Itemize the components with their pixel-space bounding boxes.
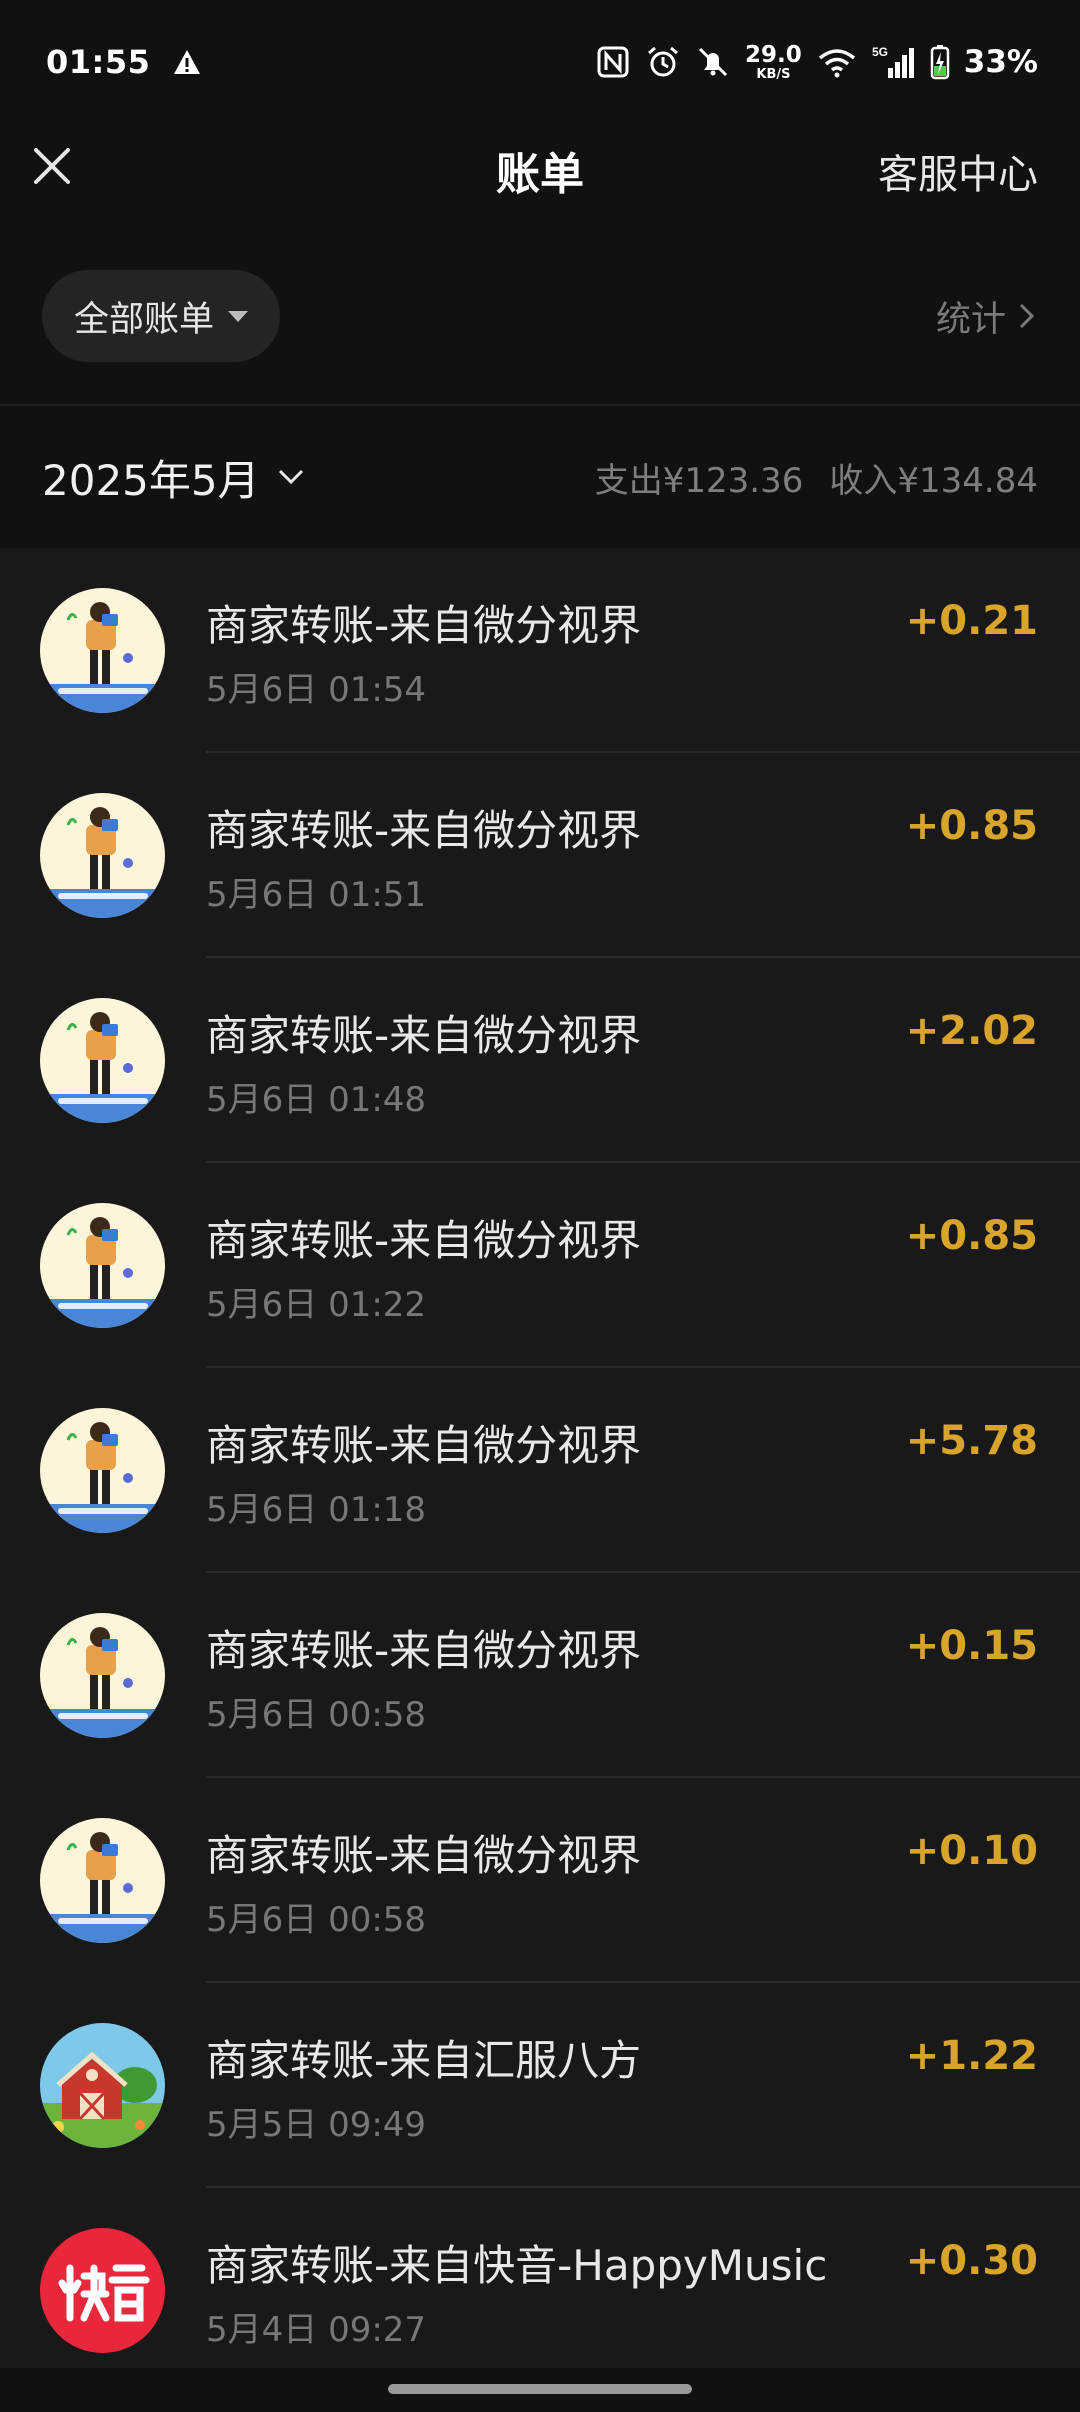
warning-icon — [174, 50, 201, 74]
transaction-title: 商家转账-来自微分视界 — [206, 1421, 642, 1470]
chevron-down-icon — [278, 469, 303, 485]
income-total: 收入¥134.84 — [829, 460, 1038, 501]
transaction-item[interactable]: 商家转账-来自汇服八方 5月5日 09:49 +1.22 — [0, 1983, 1080, 2188]
music-challenge-avatar — [40, 998, 165, 1123]
stats-link[interactable]: 统计 — [936, 291, 1038, 342]
transaction-item[interactable]: 商家转账-来自微分视界 5月6日 01:54 +0.21 — [0, 548, 1080, 753]
transaction-amount: +0.10 — [905, 1828, 1038, 1874]
transaction-item[interactable]: 商家转账-来自微分视界 5月6日 01:48 +2.02 — [0, 958, 1080, 1163]
month-label: 2025年5月 — [42, 455, 260, 505]
transaction-time: 5月4日 09:27 — [206, 2310, 427, 2350]
transaction-item[interactable]: 商家转账-来自微分视界 5月6日 01:18 +5.78 — [0, 1368, 1080, 1573]
chevron-right-icon — [1019, 303, 1035, 329]
transaction-item[interactable]: 商家转账-来自微分视界 5月6日 01:22 +0.85 — [0, 1163, 1080, 1368]
nfc-icon — [597, 46, 629, 78]
transaction-item[interactable]: 商家转账-来自微分视界 5月6日 00:58 +0.15 — [0, 1573, 1080, 1778]
transaction-time: 5月5日 09:49 — [206, 2105, 427, 2145]
expense-total: 支出¥123.36 — [594, 460, 804, 501]
transaction-time: 5月6日 01:54 — [206, 670, 427, 710]
farm-barn-avatar — [40, 2023, 165, 2148]
customer-service-link[interactable]: 客服中心 — [878, 142, 1038, 200]
music-challenge-avatar — [40, 1818, 165, 1943]
mute-bell-icon — [698, 47, 728, 77]
page-title: 账单 — [496, 149, 584, 200]
transaction-time: 5月6日 01:22 — [206, 1285, 427, 1325]
battery-charging-icon — [930, 45, 950, 80]
transaction-title: 商家转账-来自微分视界 — [206, 1626, 642, 1675]
transaction-title: 商家转账-来自微分视界 — [206, 1216, 642, 1265]
month-selector[interactable]: 2025年5月 — [42, 447, 306, 508]
music-challenge-avatar — [40, 793, 165, 918]
bill-type-filter[interactable]: 全部账单 — [42, 270, 281, 362]
transaction-title: 商家转账-来自微分视界 — [206, 1011, 642, 1060]
transaction-item[interactable]: 商家转账-来自快音-HappyMusic 5月4日 09:27 +0.30 — [0, 2188, 1080, 2368]
alarm-icon — [648, 46, 679, 77]
month-header: 2025年5月 支出¥123.36 收入¥134.84 — [0, 406, 1080, 548]
transaction-title: 商家转账-来自快音-HappyMusic — [206, 2241, 828, 2290]
transaction-amount: +0.21 — [905, 598, 1038, 644]
transaction-item[interactable]: 商家转账-来自微分视界 5月6日 01:51 +0.85 — [0, 753, 1080, 958]
transaction-title: 商家转账-来自微分视界 — [206, 806, 642, 855]
transaction-time: 5月6日 01:48 — [206, 1080, 427, 1120]
month-summary: 支出¥123.36 收入¥134.84 — [595, 453, 1038, 502]
cellular-signal-icon: 5G — [872, 45, 914, 78]
home-indicator[interactable] — [388, 2384, 692, 2394]
filter-row: 全部账单 统计 — [0, 268, 1080, 364]
network-type-label: 5G — [872, 45, 888, 59]
transaction-title: 商家转账-来自汇服八方 — [206, 2036, 642, 2085]
music-challenge-avatar — [40, 1203, 165, 1328]
bill-screen: 01:55 29.0 KB/S 5G 33% 账单 客服中心 全部账单 统计 2… — [0, 0, 1080, 2412]
network-speed: 29.0 KB/S — [745, 41, 802, 82]
transaction-amount: +5.78 — [905, 1418, 1038, 1464]
title-bar: 账单 客服中心 — [0, 124, 1080, 216]
kuaiyin-logo-avatar — [40, 2228, 165, 2353]
transaction-amount: +0.30 — [905, 2238, 1038, 2284]
wifi-icon — [818, 49, 855, 78]
transaction-title: 商家转账-来自微分视界 — [206, 601, 642, 650]
bill-type-filter-label: 全部账单 — [74, 299, 215, 340]
music-challenge-avatar — [40, 588, 165, 713]
transaction-amount: +0.85 — [905, 803, 1038, 849]
transaction-amount: +2.02 — [905, 1008, 1038, 1054]
transaction-amount: +1.22 — [905, 2033, 1038, 2079]
transaction-amount: +0.15 — [905, 1623, 1038, 1669]
transaction-time: 5月6日 01:18 — [206, 1490, 427, 1530]
caret-down-icon — [228, 310, 249, 322]
close-icon[interactable] — [30, 144, 74, 188]
transaction-item[interactable]: 商家转账-来自微分视界 5月6日 00:58 +0.10 — [0, 1778, 1080, 1983]
music-challenge-avatar — [40, 1613, 165, 1738]
status-bar: 01:55 29.0 KB/S 5G 33% — [0, 0, 1080, 124]
transaction-time: 5月6日 01:51 — [206, 875, 427, 915]
stats-label: 统计 — [935, 299, 1006, 340]
music-challenge-avatar — [40, 1408, 165, 1533]
status-time: 01:55 — [46, 43, 151, 81]
transaction-amount: +0.85 — [905, 1213, 1038, 1259]
transaction-list: 商家转账-来自微分视界 5月6日 01:54 +0.21 商家转账-来自微分视界 5月… — [0, 548, 1080, 2368]
transaction-time: 5月6日 00:58 — [206, 1900, 427, 1940]
battery-percent: 33% — [963, 44, 1038, 80]
transaction-title: 商家转账-来自微分视界 — [206, 1831, 642, 1880]
transaction-time: 5月6日 00:58 — [206, 1695, 427, 1735]
